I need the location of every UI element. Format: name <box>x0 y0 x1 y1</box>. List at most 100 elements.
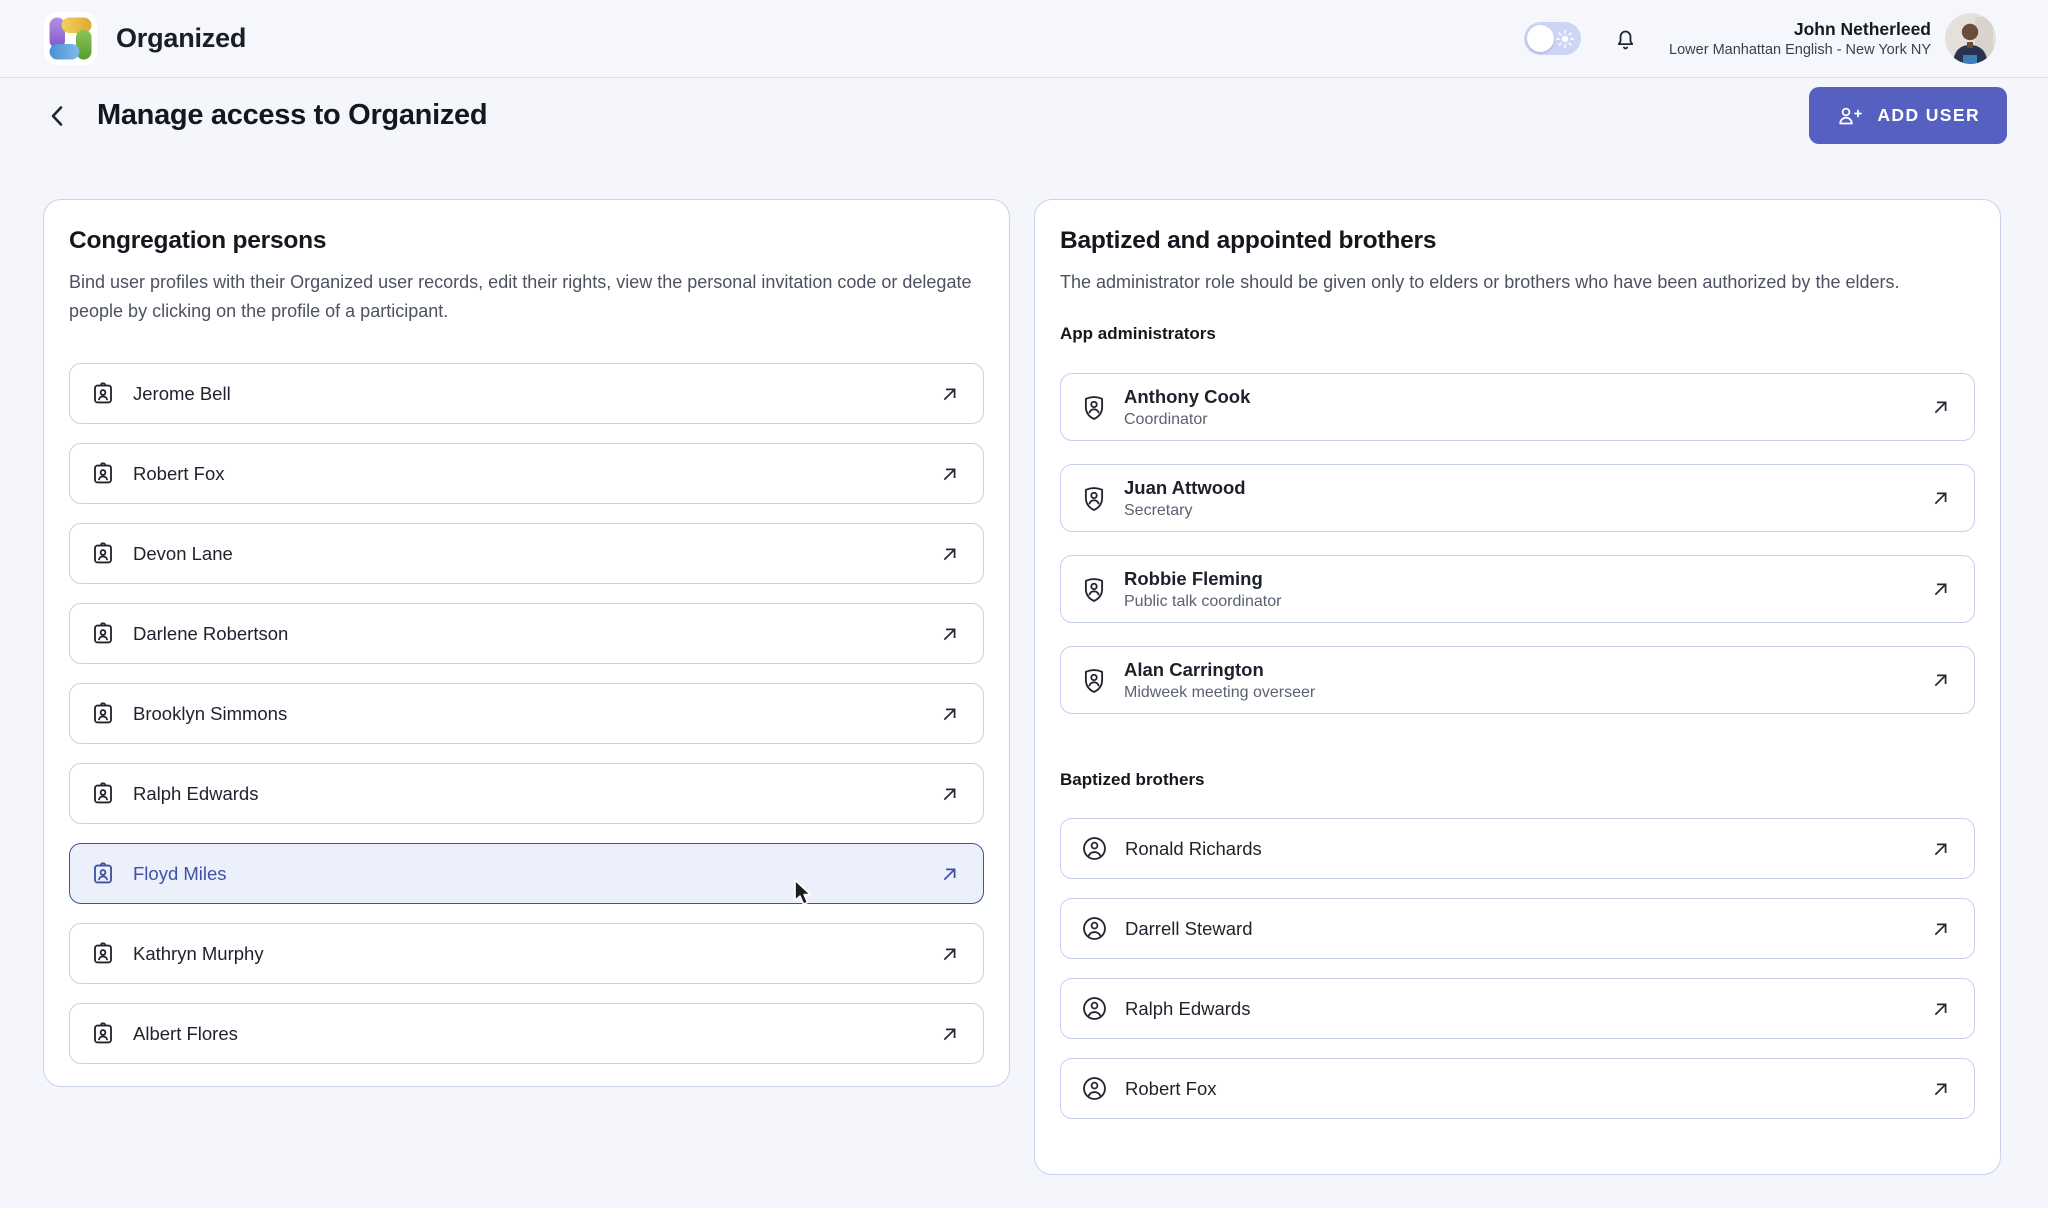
person-name: Ralph Edwards <box>133 783 258 805</box>
person-row[interactable]: Kathryn Murphy <box>69 923 984 984</box>
page-title: Manage access to Organized <box>97 99 487 132</box>
shield-person-icon <box>1081 666 1107 695</box>
arrow-up-right-icon <box>1930 487 1952 509</box>
arrow-up-right-icon <box>939 943 961 965</box>
baptized-brother-row[interactable]: Robert Fox <box>1060 1058 1975 1119</box>
baptized-brothers-title: Baptized and appointed brothers <box>1060 226 1975 256</box>
arrow-up-right-icon <box>939 1023 961 1045</box>
person-name: Devon Lane <box>133 543 233 565</box>
back-button[interactable] <box>42 100 74 132</box>
person-circle-icon <box>1081 1075 1108 1102</box>
page-bar: Manage access to Organized ADD USER <box>0 87 2048 144</box>
person-row[interactable]: Albert Flores <box>69 1003 984 1064</box>
shield-person-icon <box>1081 575 1107 604</box>
arrow-up-right-icon <box>939 863 961 885</box>
baptized-brother-row[interactable]: Ronald Richards <box>1060 818 1975 879</box>
arrow-up-right-icon <box>1930 578 1952 600</box>
app-header: Organized John <box>0 0 2048 78</box>
baptized-brother-row[interactable]: Darrell Steward <box>1060 898 1975 959</box>
arrow-up-right-icon <box>939 383 961 405</box>
id-badge-icon <box>90 621 116 647</box>
organized-logo-icon <box>44 12 97 65</box>
theme-toggle[interactable] <box>1524 22 1581 55</box>
person-name: Darlene Robertson <box>133 623 288 645</box>
arrow-up-right-icon <box>939 623 961 645</box>
person-plus-icon <box>1836 104 1863 128</box>
user-congregation: Lower Manhattan English - New York NY <box>1669 41 1931 60</box>
baptized-brother-row[interactable]: Ralph Edwards <box>1060 978 1975 1039</box>
arrow-up-right-icon <box>939 703 961 725</box>
baptized-brothers-description: The administrator role should be given o… <box>1060 268 1975 297</box>
id-badge-icon <box>90 541 116 567</box>
person-row[interactable]: Ralph Edwards <box>69 763 984 824</box>
app-administrators-list: Anthony Cook Coordinator Juan Attwood Se… <box>1060 373 1975 714</box>
congregation-persons-panel: Congregation persons Bind user profiles … <box>43 199 1010 1087</box>
person-row[interactable]: Brooklyn Simmons <box>69 683 984 744</box>
id-badge-icon <box>90 461 116 487</box>
user-menu[interactable]: John Netherleed Lower Manhattan English … <box>1669 18 1931 60</box>
app-title: Organized <box>116 23 246 54</box>
arrow-up-right-icon <box>939 783 961 805</box>
baptized-brother-name: Darrell Steward <box>1125 918 1253 940</box>
baptized-brother-name: Ronald Richards <box>1125 838 1262 860</box>
congregation-person-list: Jerome Bell Robert Fox <box>69 363 984 1064</box>
user-name: John Netherleed <box>1669 18 1931 40</box>
id-badge-icon <box>90 381 116 407</box>
arrow-up-right-icon <box>1930 918 1952 940</box>
app-logo[interactable] <box>44 12 97 65</box>
person-name: Jerome Bell <box>133 383 231 405</box>
user-avatar[interactable] <box>1945 13 1996 64</box>
person-circle-icon <box>1081 995 1108 1022</box>
administrator-row[interactable]: Robbie Fleming Public talk coordinator <box>1060 555 1975 623</box>
id-badge-icon <box>90 1021 116 1047</box>
id-badge-icon <box>90 861 116 887</box>
administrator-role: Public talk coordinator <box>1124 591 1281 612</box>
baptized-brother-name: Ralph Edwards <box>1125 998 1250 1020</box>
person-name: Brooklyn Simmons <box>133 703 287 725</box>
arrow-up-right-icon <box>1930 396 1952 418</box>
baptized-brothers-label: Baptized brothers <box>1060 769 1975 790</box>
person-circle-icon <box>1081 835 1108 862</box>
arrow-up-right-icon <box>1930 998 1952 1020</box>
administrator-row[interactable]: Juan Attwood Secretary <box>1060 464 1975 532</box>
person-name: Floyd Miles <box>133 863 227 885</box>
notifications-button[interactable] <box>1612 25 1639 52</box>
id-badge-icon <box>90 701 116 727</box>
bell-icon <box>1612 25 1639 52</box>
arrow-up-right-icon <box>1930 669 1952 691</box>
administrator-name: Juan Attwood <box>1124 476 1246 499</box>
id-badge-icon <box>90 781 116 807</box>
arrow-up-right-icon <box>939 543 961 565</box>
person-name: Kathryn Murphy <box>133 943 264 965</box>
baptized-brothers-panel: Baptized and appointed brothers The admi… <box>1034 199 2001 1175</box>
administrator-name: Robbie Fleming <box>1124 567 1281 590</box>
add-user-label: ADD USER <box>1877 105 1980 126</box>
administrator-role: Secretary <box>1124 500 1246 521</box>
add-user-button[interactable]: ADD USER <box>1809 87 2007 144</box>
arrow-up-right-icon <box>1930 1078 1952 1100</box>
person-row[interactable]: Floyd Miles <box>69 843 984 904</box>
person-name: Albert Flores <box>133 1023 238 1045</box>
congregation-persons-title: Congregation persons <box>69 226 984 256</box>
baptized-brother-name: Robert Fox <box>1125 1078 1217 1100</box>
sun-icon <box>1554 28 1576 50</box>
administrator-name: Alan Carrington <box>1124 658 1315 681</box>
shield-person-icon <box>1081 393 1107 422</box>
person-circle-icon <box>1081 915 1108 942</box>
person-row[interactable]: Jerome Bell <box>69 363 984 424</box>
arrow-up-right-icon <box>939 463 961 485</box>
administrator-row[interactable]: Anthony Cook Coordinator <box>1060 373 1975 441</box>
person-row[interactable]: Robert Fox <box>69 443 984 504</box>
person-row[interactable]: Darlene Robertson <box>69 603 984 664</box>
congregation-persons-description: Bind user profiles with their Organized … <box>69 268 984 326</box>
app-administrators-label: App administrators <box>1060 323 1975 344</box>
administrator-role: Midweek meeting overseer <box>1124 682 1315 703</box>
administrator-row[interactable]: Alan Carrington Midweek meeting overseer <box>1060 646 1975 714</box>
chevron-left-icon <box>44 102 72 130</box>
person-row[interactable]: Devon Lane <box>69 523 984 584</box>
arrow-up-right-icon <box>1930 838 1952 860</box>
shield-person-icon <box>1081 484 1107 513</box>
toggle-knob <box>1527 25 1554 52</box>
baptized-brothers-list: Ronald Richards Darrell Steward <box>1060 818 1975 1119</box>
id-badge-icon <box>90 941 116 967</box>
